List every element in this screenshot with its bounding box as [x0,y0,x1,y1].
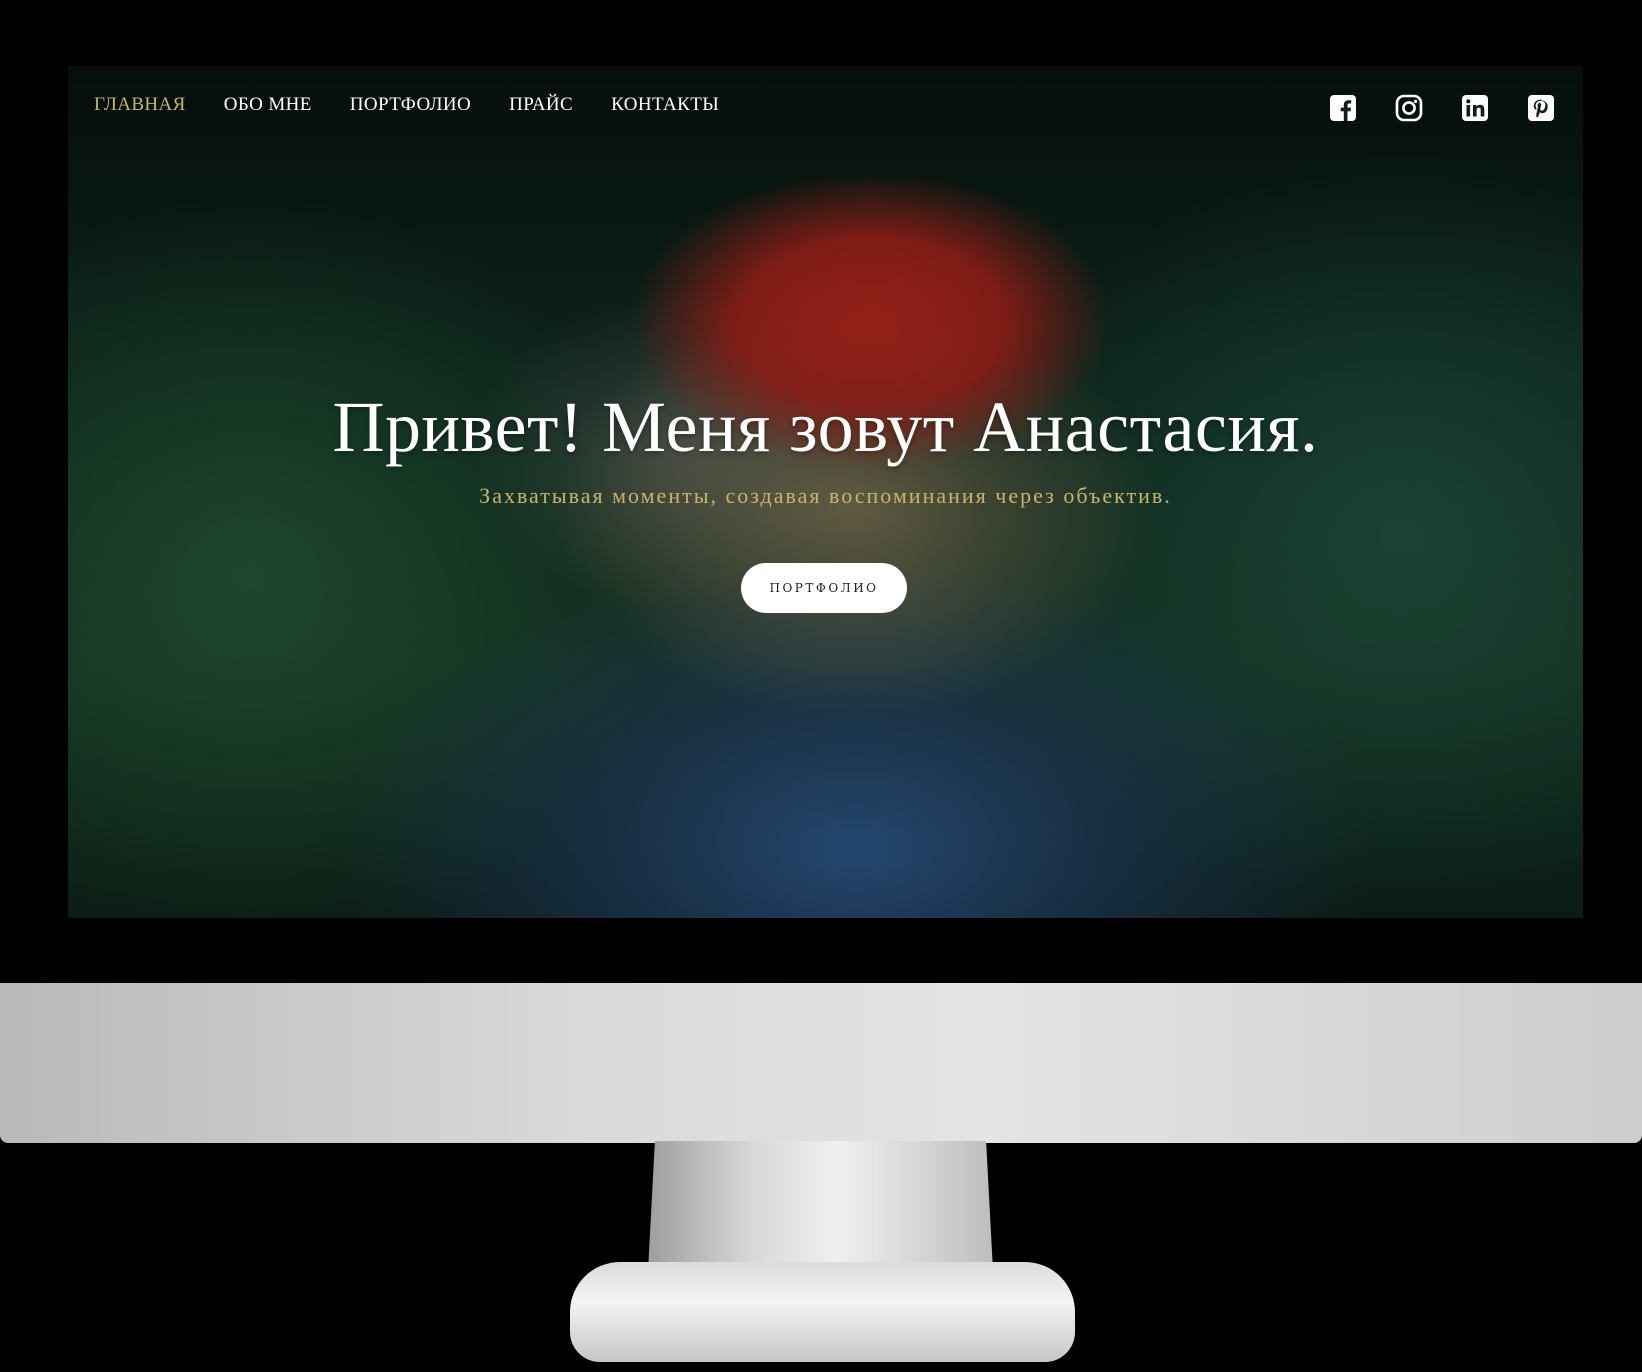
hero-content: Привет! Меня зовут Анастасия. Захватывая… [68,66,1583,918]
hero-title: Привет! Меня зовут Анастасия. [332,387,1319,467]
monitor-bezel: ГЛАВНАЯ ОБО МНЕ ПОРТФОЛИО ПРАЙС КОНТАКТЫ [0,0,1642,985]
monitor-stand-neck [648,1141,993,1271]
monitor-chin [0,983,1642,1143]
hero-section: ГЛАВНАЯ ОБО МНЕ ПОРТФОЛИО ПРАЙС КОНТАКТЫ [68,66,1583,918]
monitor-mockup: ГЛАВНАЯ ОБО МНЕ ПОРТФОЛИО ПРАЙС КОНТАКТЫ [0,0,1642,1372]
monitor-stand-base [570,1262,1075,1362]
portfolio-button[interactable]: ПОРТФОЛИО [741,563,907,613]
hero-subtitle: Захватывая моменты, создавая воспоминани… [479,483,1172,508]
